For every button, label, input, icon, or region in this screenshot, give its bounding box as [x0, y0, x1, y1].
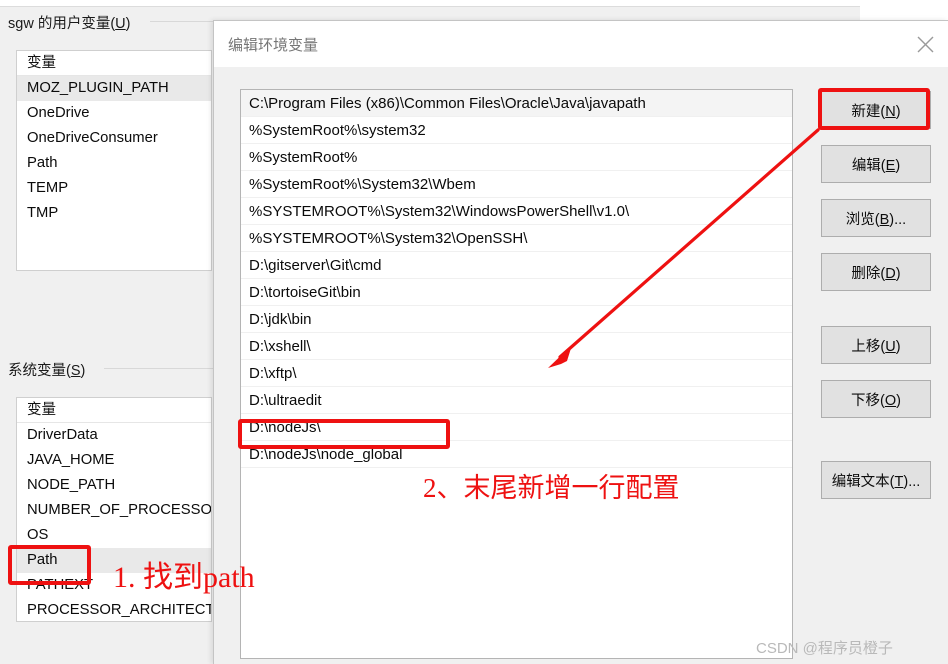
dialog-button-label: 编辑文本(T)...: [831, 473, 921, 490]
dialog-button-label: 编辑(E): [851, 157, 901, 174]
dialog-button-label: 删除(D): [851, 265, 901, 282]
user-variables-list[interactable]: 变量 MOZ_PLUGIN_PATH OneDrive OneDriveConsum…: [16, 50, 212, 271]
dialog-title: 编辑环境变量: [228, 37, 319, 54]
user-variables-rows: MOZ_PLUGIN_PATH OneDrive OneDriveConsumer P…: [17, 76, 211, 226]
system-variable-row[interactable]: JAVA_HOME: [17, 448, 211, 473]
path-entry-row[interactable]: D:\nodeJs\: [241, 414, 792, 441]
path-entry-row[interactable]: C:\Program Files (x86)\Common Files\Orac…: [241, 90, 792, 117]
system-variable-row[interactable]: DriverData: [17, 423, 211, 448]
path-entry-row[interactable]: %SystemRoot%\system32: [241, 117, 792, 144]
path-entries-list[interactable]: C:\Program Files (x86)\Common Files\Orac…: [240, 89, 793, 659]
path-entry-row[interactable]: D:\nodeJs\node_global: [241, 441, 792, 468]
path-entries-rows: C:\Program Files (x86)\Common Files\Orac…: [241, 90, 792, 468]
dialog-button-t[interactable]: 编辑文本(T)...: [821, 461, 931, 499]
close-icon[interactable]: [902, 21, 948, 67]
edit-environment-variable-dialog: 编辑环境变量 C:\Program Files (x86)\Common Fil…: [213, 20, 948, 664]
csdn-watermark: CSDN @程序员橙子: [756, 640, 893, 657]
path-entry-row[interactable]: %SystemRoot%: [241, 144, 792, 171]
window-top-strip: [0, 0, 860, 7]
system-variable-row[interactable]: PATHEXT: [17, 573, 211, 598]
dialog-button-d[interactable]: 删除(D): [821, 253, 931, 291]
system-variable-row[interactable]: Path: [17, 548, 211, 573]
dialog-button-label: 上移(U): [851, 338, 901, 355]
system-variables-column-header[interactable]: 变量: [17, 398, 211, 423]
user-variable-row[interactable]: OneDrive: [17, 101, 211, 126]
user-variable-row[interactable]: TMP: [17, 201, 211, 226]
user-variables-group-label: sgw 的用户变量(U): [8, 16, 131, 32]
dialog-button-n[interactable]: 新建(N): [821, 91, 931, 129]
path-entry-row[interactable]: %SystemRoot%\System32\Wbem: [241, 171, 792, 198]
system-variable-row[interactable]: PROCESSOR_ARCHITECT: [17, 598, 211, 621]
user-variable-row[interactable]: MOZ_PLUGIN_PATH: [17, 76, 211, 101]
path-entry-row[interactable]: %SYSTEMROOT%\System32\OpenSSH\: [241, 225, 792, 252]
dialog-button-e[interactable]: 编辑(E): [821, 145, 931, 183]
dialog-title-bar: 编辑环境变量: [214, 21, 948, 67]
dialog-button-label: 浏览(B)...: [845, 211, 907, 228]
system-variables-list[interactable]: 变量 DriverData JAVA_HOME NODE_PATH NUMBER_OF…: [16, 397, 212, 622]
dialog-button-label: 新建(N): [851, 103, 901, 120]
dialog-button-b[interactable]: 浏览(B)...: [821, 199, 931, 237]
system-variable-row[interactable]: NUMBER_OF_PROCESSO: [17, 498, 211, 523]
path-entry-row[interactable]: %SYSTEMROOT%\System32\WindowsPowerShell\…: [241, 198, 792, 225]
path-entry-row[interactable]: D:\gitserver\Git\cmd: [241, 252, 792, 279]
dialog-button-o[interactable]: 下移(O): [821, 380, 931, 418]
system-variables-rows: DriverData JAVA_HOME NODE_PATH NUMBER_OF_PR…: [17, 423, 211, 621]
dialog-button-u[interactable]: 上移(U): [821, 326, 931, 364]
path-entry-row[interactable]: D:\ultraedit: [241, 387, 792, 414]
user-variables-column-header[interactable]: 变量: [17, 51, 211, 76]
user-variable-row[interactable]: Path: [17, 151, 211, 176]
user-variable-row[interactable]: OneDriveConsumer: [17, 126, 211, 151]
path-entry-row[interactable]: D:\jdk\bin: [241, 306, 792, 333]
path-entry-row[interactable]: D:\xftp\: [241, 360, 792, 387]
user-variable-row[interactable]: TEMP: [17, 176, 211, 201]
dialog-button-label: 下移(O): [851, 392, 901, 409]
system-variables-group-label: 系统变量(S): [8, 363, 86, 379]
path-entry-row[interactable]: D:\xshell\: [241, 333, 792, 360]
system-variable-row[interactable]: OS: [17, 523, 211, 548]
path-entry-row[interactable]: D:\tortoiseGit\bin: [241, 279, 792, 306]
system-variable-row[interactable]: NODE_PATH: [17, 473, 211, 498]
